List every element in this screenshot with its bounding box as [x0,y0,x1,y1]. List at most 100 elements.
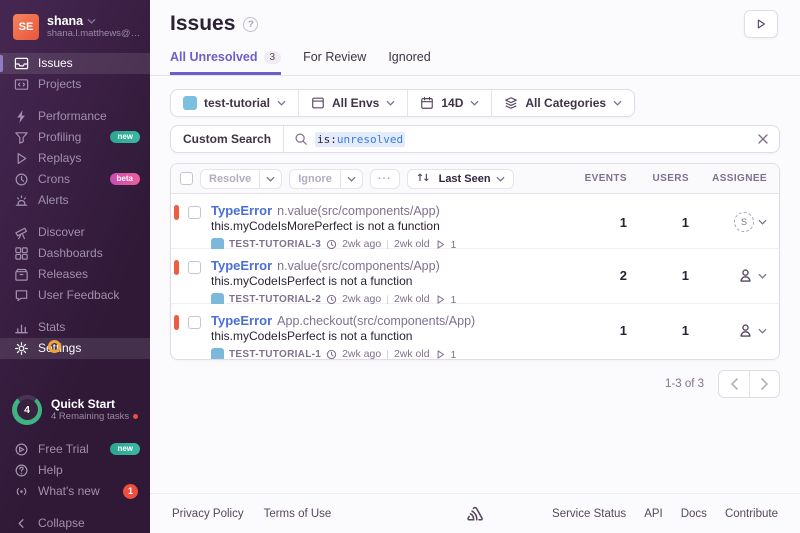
sidebar-item-user-feedback[interactable]: User Feedback [0,285,150,306]
tab-ignored[interactable]: Ignored [388,50,430,75]
assignee-dropdown[interactable]: S [689,212,767,232]
sidebar-item-dashboards[interactable]: Dashboards [0,243,150,264]
user-info: shana shana.l.matthews@… [47,14,140,39]
calendar-icon [420,96,434,110]
row-checkbox[interactable] [188,261,201,274]
privacy-policy-link[interactable]: Privacy Policy [172,508,244,520]
environment-filter-label: All Envs [332,96,379,110]
sidebar-group-primary: Issues Projects [0,53,150,95]
projects-icon [14,77,29,92]
date-range-filter[interactable]: 14D [408,90,492,116]
docs-link[interactable]: Docs [681,508,707,520]
user-menu[interactable]: SE shana shana.l.matthews@… [0,0,150,42]
issue-lifetime: 2wk old [394,348,430,360]
events-count: 2 [557,268,627,283]
tab-label: All Unresolved [170,50,258,64]
chevron-down-icon [470,100,479,106]
filter-bar: test-tutorial All Envs 14D All Categorie… [170,89,635,117]
sidebar-item-settings[interactable]: Settings [0,338,150,359]
search-bar[interactable]: Custom Search is:unresolved [170,125,780,153]
api-link[interactable]: API [644,508,663,520]
progress-ring: 4 [12,395,42,425]
users-count: 1 [627,268,689,283]
assignee-dropdown[interactable] [689,267,767,284]
sort-button[interactable]: ↑↓ Last Seen [407,169,514,189]
row-checkbox[interactable] [188,206,201,219]
next-page-button[interactable] [749,371,779,397]
select-all-checkbox[interactable] [180,172,193,185]
error-level-bar [174,205,179,220]
issue-title-link[interactable]: TypeError [211,313,272,328]
resolve-button[interactable]: Resolve [200,169,282,189]
sidebar-item-help[interactable]: Help [0,460,150,481]
telescope-icon [14,225,29,240]
row-checkbox[interactable] [188,316,201,329]
sidebar-item-replays[interactable]: Replays [0,148,150,169]
grid-icon [14,246,29,261]
lightning-icon [14,109,29,124]
suggested-assignee-avatar: S [734,212,754,232]
sidebar-item-projects[interactable]: Projects [0,74,150,95]
clear-search-icon[interactable] [757,133,769,145]
tab-label: For Review [303,50,366,64]
sort-label: Last Seen [439,173,491,185]
error-level-bar [174,260,179,275]
issue-meta: TEST-TUTORIAL-1 2wk ago | 2wk old 1 [211,348,557,360]
meta-separator: | [386,349,389,361]
sidebar-collapse-button[interactable]: Collapse [0,514,150,533]
more-actions-button[interactable]: ··· [370,169,400,189]
sidebar-item-whats-new[interactable]: What's new 1 [0,481,150,502]
ignore-label: Ignore [290,170,340,188]
environment-filter[interactable]: All Envs [299,90,408,116]
sidebar-item-performance[interactable]: Performance [0,106,150,127]
sidebar-item-releases[interactable]: Releases [0,264,150,285]
issue-title-link[interactable]: TypeError [211,203,272,218]
quick-start[interactable]: 4 Quick Start 4 Remaining tasks [0,395,150,425]
footer: Privacy Policy Terms of Use Service Stat… [150,493,800,533]
clock-icon [14,172,29,187]
platform-icon [211,348,224,360]
issues-icon [14,56,29,71]
app-window: SE shana shana.l.matthews@… Issues Proje… [0,0,800,533]
active-accent-bar [0,55,3,72]
sidebar-item-issues[interactable]: Issues [0,53,150,74]
issue-row[interactable]: TypeErrorn.value(src/components/App) thi… [171,194,779,249]
sidebar-item-free-trial[interactable]: Free Trial new [0,439,150,460]
sidebar-item-label: User Feedback [38,288,119,302]
contribute-link[interactable]: Contribute [725,508,778,520]
project-filter[interactable]: test-tutorial [171,90,299,116]
date-range-label: 14D [441,96,463,110]
sidebar-item-label: Performance [38,109,107,123]
sidebar-item-profiling[interactable]: Profiling new [0,127,150,148]
categories-filter[interactable]: All Categories [492,90,634,116]
sort-arrows-icon: ↑↓ [416,173,429,184]
page-header: Issues ? [150,0,800,38]
issue-row[interactable]: TypeErrorn.value(src/components/App) thi… [171,249,779,304]
issue-title-link[interactable]: TypeError [211,258,272,273]
ignore-button[interactable]: Ignore [289,169,363,189]
help-icon[interactable]: ? [243,17,258,32]
issue-row[interactable]: TypeErrorApp.checkout(src/components/App… [171,304,779,359]
tab-all-unresolved[interactable]: All Unresolved 3 [170,50,281,75]
assignee-dropdown[interactable] [689,322,767,339]
tab-for-review[interactable]: For Review [303,50,366,75]
sidebar-item-stats[interactable]: Stats [0,317,150,338]
sidebar-item-crons[interactable]: Crons beta [0,169,150,190]
layers-icon [504,96,518,110]
sidebar-item-label: Replays [38,151,81,165]
progress-count: 4 [17,399,38,420]
custom-search-button[interactable]: Custom Search [171,126,284,152]
column-headers: EVENTS USERS ASSIGNEE [557,173,767,184]
sidebar-item-alerts[interactable]: Alerts [0,190,150,211]
previous-page-button[interactable] [719,371,749,397]
replay-tour-button[interactable] [744,10,778,38]
issue-short-id: TEST-TUTORIAL-1 [229,349,321,360]
terms-of-use-link[interactable]: Terms of Use [264,508,332,520]
chevron-down-icon [613,100,622,106]
issue-age: 2wk ago [342,348,381,360]
service-status-link[interactable]: Service Status [552,508,626,520]
search-token[interactable]: is:unresolved [315,132,405,147]
sidebar-item-discover[interactable]: Discover [0,222,150,243]
avatar: SE [13,14,39,40]
sidebar-group-observability: Performance Profiling new Replays Crons … [0,106,150,211]
